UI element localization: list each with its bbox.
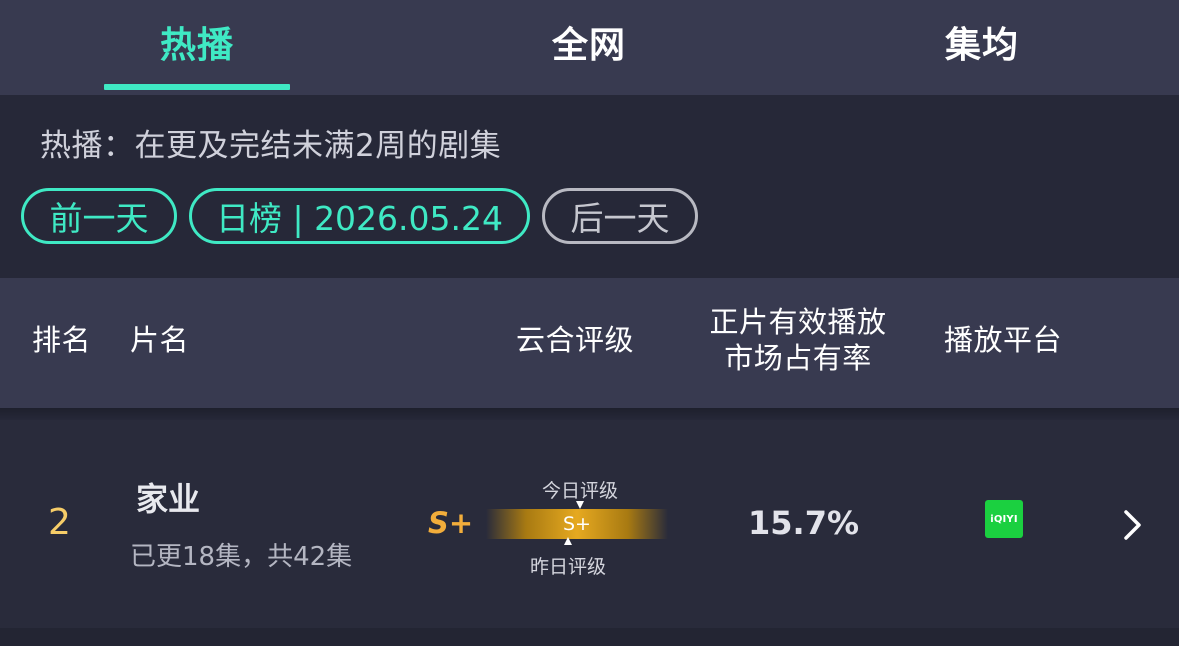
grade-today-label: 今日评级 bbox=[542, 480, 619, 502]
header-platform: 播放平台 bbox=[944, 323, 1063, 357]
row-market-share: 15.7% bbox=[748, 504, 860, 542]
iqiyi-logo-icon: iQIYI bbox=[985, 500, 1023, 538]
row-grade: S+ bbox=[428, 506, 474, 540]
header-share-line1: 正片有效播放 bbox=[709, 305, 887, 339]
header-share-line2: 市场占有率 bbox=[724, 341, 872, 375]
header-rank: 排名 bbox=[32, 323, 92, 357]
list-description: 热播：在更及完结未满2周的剧集 bbox=[40, 128, 502, 164]
tab-per-episode[interactable]: 集均 bbox=[889, 0, 1075, 95]
header-title: 片名 bbox=[130, 323, 190, 357]
today-marker-icon bbox=[576, 501, 584, 509]
tab-all-network[interactable]: 全网 bbox=[496, 0, 682, 95]
tab-bar: 热播 全网 集均 bbox=[0, 0, 1179, 95]
grade-yesterday-label: 昨日评级 bbox=[530, 556, 607, 578]
row-rank: 2 bbox=[48, 502, 71, 543]
next-day-button[interactable]: 后一天 bbox=[542, 188, 698, 244]
table-header: 排名 片名 云合评级 正片有效播放 市场占有率 播放平台 bbox=[0, 278, 1179, 408]
active-tab-indicator bbox=[104, 84, 290, 90]
table-row[interactable]: 2 家业 已更18集，共42集 S+ 今日评级 S+ 昨日评级 15.7% iQ… bbox=[0, 420, 1179, 628]
tab-hot[interactable]: 热播 bbox=[104, 0, 290, 95]
grade-bar-value: S+ bbox=[563, 513, 591, 535]
header-share: 正片有效播放 市场占有率 bbox=[700, 304, 896, 376]
header-divider bbox=[0, 408, 1179, 420]
prev-day-button[interactable]: 前一天 bbox=[21, 188, 177, 244]
yesterday-marker-icon bbox=[564, 537, 572, 545]
date-picker-button[interactable]: 日榜 | 2026.05.24 bbox=[189, 188, 530, 244]
row-title: 家业 bbox=[136, 480, 201, 518]
next-row-edge bbox=[0, 628, 1179, 646]
header-grade: 云合评级 bbox=[516, 323, 635, 357]
row-episode-progress: 已更18集，共42集 bbox=[130, 542, 353, 572]
chevron-right-icon[interactable] bbox=[1120, 508, 1148, 542]
